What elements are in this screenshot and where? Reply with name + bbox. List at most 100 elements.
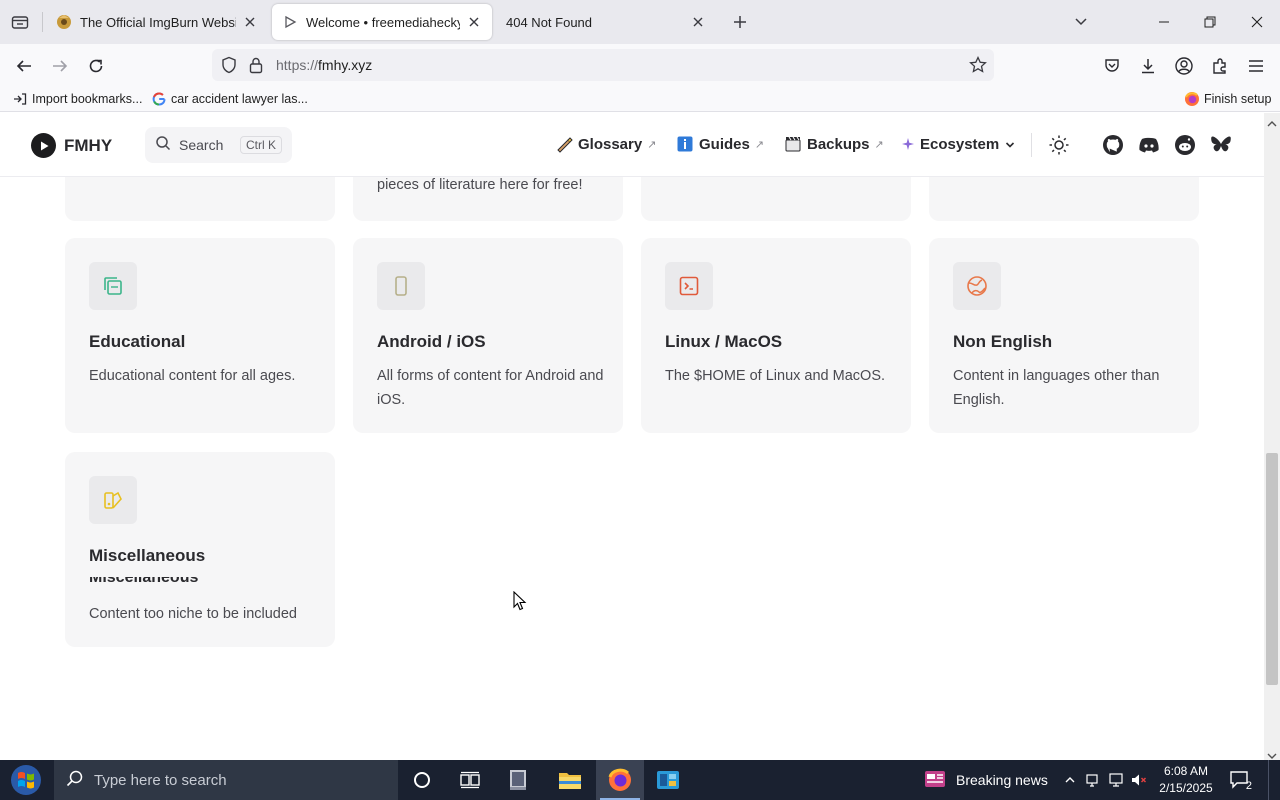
tab-title: The Official ImgBurn Website — [80, 14, 236, 30]
notification-count: 2 — [1245, 780, 1252, 792]
books-icon — [89, 262, 137, 310]
tab-overflow-chevron-icon[interactable] — [1058, 0, 1104, 44]
tab-fmhy[interactable]: Welcome • freemediaheckyeah — [272, 4, 492, 40]
minimize-icon[interactable] — [1141, 0, 1187, 44]
card-description: Content in languages other than English. — [953, 368, 1160, 408]
show-desktop-button[interactable] — [1268, 760, 1280, 800]
card-description: pieces of literature here for free! — [377, 177, 583, 193]
close-tab-icon[interactable] — [242, 14, 258, 30]
discord-icon[interactable] — [1137, 133, 1161, 157]
lock-icon[interactable] — [248, 56, 264, 79]
file-explorer-icon[interactable] — [546, 760, 594, 800]
nav-guides[interactable]: Guides ↗ — [676, 135, 764, 153]
chevron-down-icon — [1005, 136, 1015, 153]
tracking-shield-icon[interactable] — [220, 56, 238, 79]
new-tab-icon[interactable] — [728, 10, 752, 34]
tab-list-icon[interactable] — [8, 10, 32, 34]
start-button[interactable] — [0, 760, 52, 800]
card-description: All forms of content for Android and iOS… — [377, 368, 604, 408]
volume-muted-icon[interactable] — [1129, 770, 1149, 790]
app-taskbar-icon[interactable] — [644, 760, 692, 800]
nav-label: Backups — [807, 135, 870, 153]
url-bar[interactable]: https://fmhy.xyz — [212, 49, 994, 81]
search-icon — [155, 135, 171, 156]
news-widget[interactable]: Breaking news — [924, 760, 1048, 800]
reload-icon[interactable] — [82, 52, 110, 80]
clapperboard-icon — [784, 135, 802, 153]
page-scrollbar[interactable] — [1264, 113, 1280, 760]
external-link-icon: ↗ — [647, 138, 657, 151]
cortana-icon[interactable] — [398, 760, 446, 800]
card-android-ios[interactable]: Android / iOS All forms of content for A… — [353, 238, 623, 433]
downloads-icon[interactable] — [1134, 52, 1162, 80]
forward-icon[interactable] — [46, 52, 74, 80]
github-icon[interactable] — [1101, 133, 1125, 157]
site-name: FMHY — [64, 135, 113, 155]
pocket-icon[interactable] — [1098, 52, 1126, 80]
imgburn-app-icon[interactable] — [494, 760, 542, 800]
card-title-ghost: Miscellaneous — [89, 569, 199, 586]
bookmark-import[interactable]: Import bookmarks... — [12, 91, 142, 107]
browser-nav-bar: https://fmhy.xyz — [0, 44, 1280, 86]
bookmark-star-icon[interactable] — [968, 55, 988, 80]
terminal-icon — [665, 262, 713, 310]
bookmark-label: car accident lawyer las... — [171, 92, 308, 106]
menu-hamburger-icon[interactable] — [1242, 52, 1270, 80]
system-clock[interactable]: 6:08 AM 2/15/2025 — [1150, 763, 1222, 797]
close-tab-icon[interactable] — [466, 14, 482, 30]
tab-404[interactable]: 404 Not Found — [496, 4, 716, 40]
theme-toggle-sun-icon[interactable] — [1047, 133, 1071, 157]
card-title: Non English — [953, 332, 1053, 351]
card-educational[interactable]: Educational Educational content for all … — [65, 238, 335, 433]
nav-glossary[interactable]: Glossary ↗ — [555, 135, 656, 153]
bookmark-label: Import bookmarks... — [32, 92, 143, 106]
card-non-english[interactable]: Non English Content in languages other t… — [929, 238, 1199, 433]
phone-icon — [377, 262, 425, 310]
card-title: Educational — [89, 332, 186, 351]
tab-title: 404 Not Found — [506, 14, 593, 30]
tab-imgburn[interactable]: The Official ImgBurn Website — [46, 4, 268, 40]
card-title: Linux / MacOS — [665, 332, 783, 351]
account-icon[interactable] — [1170, 52, 1198, 80]
bookmark-lawyer[interactable]: car accident lawyer las... — [151, 91, 308, 107]
close-tab-icon[interactable] — [690, 14, 706, 30]
external-link-icon: ↗ — [754, 138, 765, 151]
scrollbar-thumb[interactable] — [1266, 453, 1278, 685]
nav-backups[interactable]: Backups ↗ — [784, 135, 884, 153]
card-linux-macos[interactable]: Linux / MacOS The $HOME of Linux and Mac… — [641, 238, 911, 433]
card-description: The $HOME of Linux and MacOS. — [665, 368, 886, 384]
play-favicon-icon — [282, 14, 298, 30]
action-center-icon[interactable]: 2 — [1228, 768, 1252, 792]
search-shortcut: Ctrl K — [240, 136, 282, 154]
restore-icon[interactable] — [1187, 0, 1233, 44]
nav-ecosystem-dropdown[interactable]: Ecosystem — [901, 135, 1015, 153]
tray-overflow-chevron-icon[interactable] — [1060, 770, 1080, 790]
site-header: FMHY Search Ctrl K Glossary ↗ Guides ↗ B… — [0, 113, 1264, 177]
windows-taskbar: Type here to search Breaking news 6:08 A… — [0, 760, 1280, 800]
reddit-icon[interactable] — [1173, 133, 1197, 157]
taskbar-search-placeholder: Type here to search — [94, 771, 227, 789]
extensions-icon[interactable] — [1206, 52, 1234, 80]
card-description: Educational content for all ages. — [89, 368, 296, 384]
site-logo[interactable]: FMHY — [31, 133, 112, 158]
clock-date: 2/15/2025 — [1159, 781, 1213, 795]
scroll-up-arrow-icon[interactable] — [1267, 115, 1277, 133]
task-view-icon[interactable] — [446, 760, 494, 800]
card-miscellaneous[interactable]: Miscellaneous Miscellaneous Content too … — [65, 452, 335, 647]
finish-setup-button[interactable]: Finish setup — [1184, 91, 1271, 107]
bluesky-butterfly-icon[interactable] — [1209, 133, 1233, 157]
imgburn-favicon-icon — [56, 14, 72, 30]
firefox-taskbar-icon[interactable] — [596, 760, 644, 800]
network-icon[interactable] — [1106, 770, 1126, 790]
nav-label: Ecosystem — [920, 135, 1000, 153]
search-button[interactable]: Search Ctrl K — [145, 127, 292, 163]
taskbar-search-box[interactable]: Type here to search — [54, 760, 398, 800]
clock-time: 6:08 AM — [1163, 764, 1209, 778]
browser-tab-bar: The Official ImgBurn Website Welcome • f… — [0, 0, 1280, 44]
firefox-logo-icon — [1184, 91, 1200, 107]
back-icon[interactable] — [10, 52, 38, 80]
tab-title: Welcome • freemediaheckyeah — [306, 14, 460, 30]
meet-now-icon[interactable] — [1083, 770, 1103, 790]
close-window-icon[interactable] — [1234, 0, 1280, 44]
sparkle-icon — [901, 135, 915, 153]
